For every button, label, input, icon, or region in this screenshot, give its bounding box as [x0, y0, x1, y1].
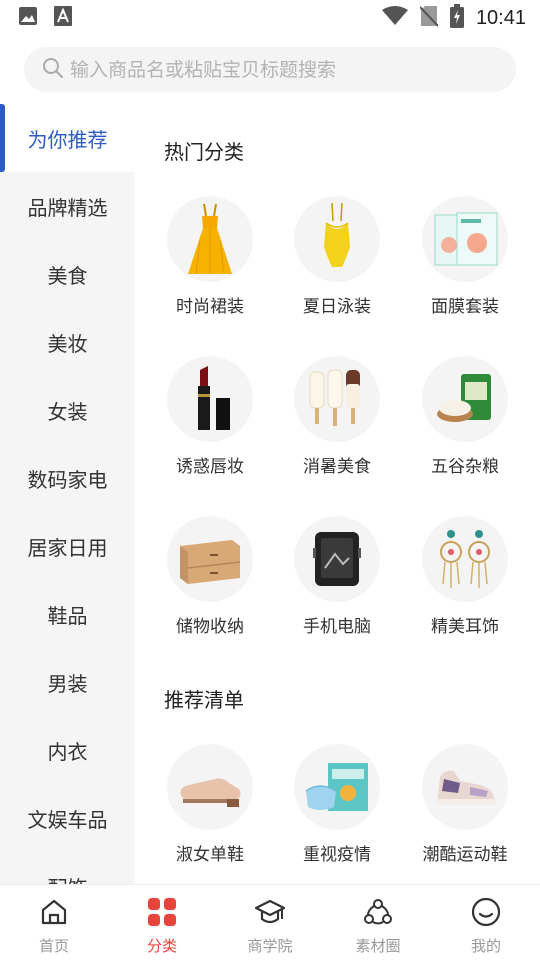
sidebar-item-label: 女装 — [47, 399, 88, 424]
search-input[interactable] — [70, 58, 490, 81]
tab-label: 我的 — [470, 937, 501, 955]
sidebar-item-beauty[interactable]: 美妆 — [0, 308, 135, 376]
category-item[interactable]: 手机电脑 — [277, 516, 397, 637]
sidebar-item-label: 鞋品 — [47, 603, 88, 628]
home-icon — [39, 897, 69, 931]
recommend-item[interactable]: 潮酷运动鞋 — [405, 744, 525, 865]
category-label: 消暑美食 — [303, 457, 371, 477]
sidebar-item-label: 居家日用 — [27, 535, 108, 560]
sidebar-item-label: 内衣 — [47, 739, 88, 764]
smiley-profile-icon — [471, 897, 501, 931]
search-bar[interactable] — [24, 47, 516, 92]
sidebar-item-label: 为你推荐 — [27, 127, 108, 152]
category-grid-icon — [147, 897, 177, 931]
sidebar-item-label: 美妆 — [47, 331, 88, 356]
category-item[interactable]: 五谷杂粮 — [405, 356, 525, 477]
category-item[interactable]: 储物收纳 — [150, 516, 270, 637]
category-content: 热门分类 时尚裙装 夏日泳装 面膜套装 诱惑唇妆 消暑美食 五谷杂粮 储物收纳 … — [135, 104, 540, 884]
category-sidebar: 为你推荐 品牌精选 美食 美妆 女装 数码家电 居家日用 鞋品 男装 内衣 文娱… — [0, 104, 135, 884]
sidebar-item-underwear[interactable]: 内衣 — [0, 716, 135, 784]
sidebar-item-label: 配饰 — [48, 872, 88, 885]
earrings-icon — [422, 516, 508, 602]
sidebar-item-accessories[interactable]: 配饰 — [0, 852, 135, 885]
a-font-icon — [54, 6, 72, 30]
tab-home[interactable]: 首页 — [0, 885, 108, 960]
category-item[interactable]: 夏日泳装 — [277, 196, 397, 317]
yellow-swimsuit-icon — [294, 196, 380, 282]
sidebar-item-shoes[interactable]: 鞋品 — [0, 580, 135, 648]
yellow-dress-icon — [167, 196, 253, 282]
popsicle-icon — [294, 356, 380, 442]
category-item[interactable]: 精美耳饰 — [405, 516, 525, 637]
sidebar-item-food[interactable]: 美食 — [0, 240, 135, 308]
category-label: 五谷杂粮 — [431, 457, 499, 477]
category-label: 时尚裙装 — [176, 297, 244, 317]
rugged-phone-icon — [294, 516, 380, 602]
sneaker-icon — [422, 744, 508, 830]
bottom-nav: 首页 分类 商学院 素材圈 我的 — [0, 884, 540, 960]
recommend-label: 淑女单鞋 — [176, 845, 244, 865]
lipstick-icon — [167, 356, 253, 442]
sidebar-item-home[interactable]: 居家日用 — [0, 512, 135, 580]
category-item[interactable]: 诱惑唇妆 — [150, 356, 270, 477]
image-icon — [18, 6, 38, 30]
sidebar-item-brand[interactable]: 品牌精选 — [0, 172, 135, 240]
category-label: 精美耳饰 — [431, 617, 499, 637]
battery-charging-icon — [449, 4, 464, 32]
category-item[interactable]: 时尚裙装 — [150, 196, 270, 317]
search-icon — [42, 57, 64, 83]
recommend-item[interactable]: 淑女单鞋 — [150, 744, 270, 865]
rice-bag-icon — [422, 356, 508, 442]
sidebar-item-entertainment[interactable]: 文娱车品 — [0, 784, 135, 852]
sidebar-item-recommend[interactable]: 为你推荐 — [0, 104, 135, 172]
sidebar-item-digital[interactable]: 数码家电 — [0, 444, 135, 512]
tab-materials[interactable]: 素材圈 — [324, 885, 432, 960]
sidebar-item-men[interactable]: 男装 — [0, 648, 135, 716]
wifi-icon — [381, 6, 408, 30]
tab-label: 首页 — [38, 937, 69, 955]
recommend-label: 潮酷运动鞋 — [422, 845, 508, 865]
tab-label: 素材圈 — [355, 937, 401, 955]
category-item[interactable]: 面膜套装 — [405, 196, 525, 317]
category-label: 夏日泳装 — [303, 297, 371, 317]
no-sim-icon — [419, 5, 439, 31]
recommend-label: 重视疫情 — [303, 845, 371, 865]
loafer-shoe-icon — [167, 744, 253, 830]
section-title-hot: 热门分类 — [164, 140, 244, 164]
face-mask-box-icon — [422, 196, 508, 282]
category-label: 手机电脑 — [303, 617, 371, 637]
tab-mine[interactable]: 我的 — [432, 885, 540, 960]
status-bar: 10:41 — [0, 0, 540, 36]
sidebar-item-label: 美食 — [47, 263, 88, 288]
tab-label: 分类 — [146, 937, 177, 955]
tab-academy[interactable]: 商学院 — [216, 885, 324, 960]
sidebar-item-label: 数码家电 — [27, 467, 108, 492]
category-label: 面膜套装 — [431, 297, 499, 317]
sidebar-item-label: 文娱车品 — [27, 807, 108, 832]
category-label: 诱惑唇妆 — [176, 457, 244, 477]
category-label: 储物收纳 — [176, 617, 244, 637]
sidebar-item-women[interactable]: 女装 — [0, 376, 135, 444]
tab-category[interactable]: 分类 — [108, 885, 216, 960]
section-title-recommend: 推荐清单 — [164, 688, 244, 712]
circle-share-icon — [363, 897, 393, 931]
recommend-item[interactable]: 重视疫情 — [277, 744, 397, 865]
graduation-cap-icon — [254, 897, 286, 931]
storage-drawer-icon — [167, 516, 253, 602]
face-masks-icon — [294, 744, 380, 830]
status-time: 10:41 — [475, 6, 526, 29]
sidebar-item-label: 品牌精选 — [27, 195, 108, 220]
tab-label: 商学院 — [247, 937, 293, 955]
category-item[interactable]: 消暑美食 — [277, 356, 397, 477]
sidebar-item-label: 男装 — [47, 671, 88, 696]
